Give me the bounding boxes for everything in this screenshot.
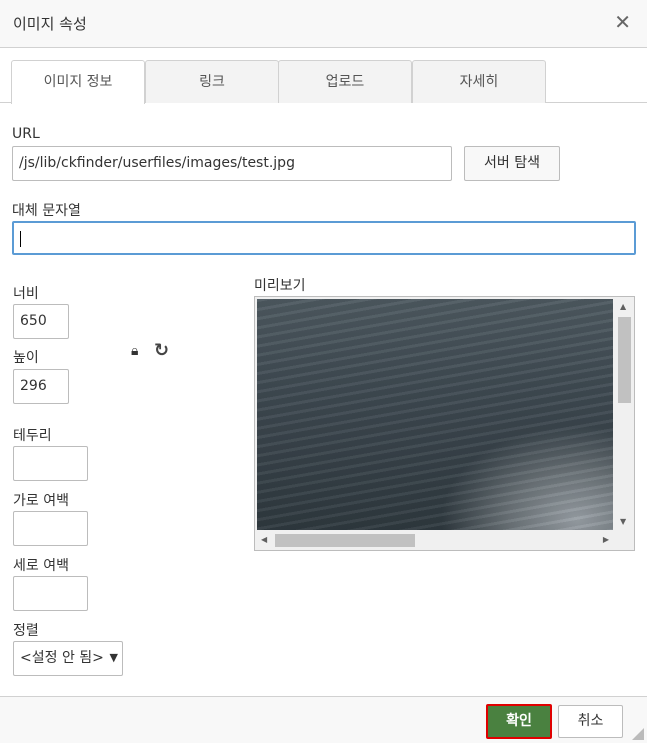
hspace-input[interactable] [13, 511, 88, 546]
dialog-footer: 확인 취소 [0, 696, 647, 743]
vspace-input[interactable] [13, 576, 88, 611]
horizontal-scrollbar[interactable]: ◀ ▶ [255, 530, 615, 550]
alt-input[interactable] [12, 221, 636, 255]
text-cursor [20, 231, 21, 247]
vspace-label: 세로 여백 [13, 558, 69, 574]
resize-handle[interactable] [632, 728, 644, 740]
reset-size-icon[interactable]: ↻ [154, 340, 169, 361]
width-input[interactable]: 650 [13, 304, 69, 339]
dialog-titlebar: 이미지 속성 ✕ [0, 0, 647, 48]
tab-image-info[interactable]: 이미지 정보 [11, 60, 145, 104]
close-icon[interactable]: ✕ [614, 10, 631, 34]
preview-label: 미리보기 [254, 278, 306, 294]
align-label: 정렬 [13, 623, 39, 639]
browse-server-button[interactable]: 서버 탐색 [464, 146, 560, 181]
border-label: 테두리 [13, 428, 52, 444]
tab-link[interactable]: 링크 [145, 60, 279, 103]
hspace-label: 가로 여백 [13, 493, 69, 509]
ok-button[interactable]: 확인 [486, 704, 552, 739]
tab-bar: 이미지 정보 링크 업로드 자세히 [0, 60, 647, 104]
lock-icon[interactable]: 🔒︎ [131, 343, 138, 359]
alt-label: 대체 문자열 [12, 203, 81, 219]
height-input[interactable]: 296 [13, 369, 69, 404]
vertical-scrollbar[interactable]: ▲ ▼ [614, 297, 634, 531]
preview-pane: ▲ ▼ ◀ ▶ [254, 296, 635, 551]
tab-upload[interactable]: 업로드 [278, 60, 412, 103]
height-label: 높이 [13, 350, 39, 366]
chevron-down-icon: ▼ [109, 642, 118, 674]
preview-image [257, 299, 613, 531]
tab-advanced[interactable]: 자세히 [412, 60, 546, 103]
url-label: URL [12, 126, 40, 142]
align-select[interactable]: <설정 안 됨> ▼ [13, 641, 123, 676]
align-value: <설정 안 됨> [20, 650, 104, 666]
dialog-title: 이미지 속성 [13, 15, 87, 33]
url-input[interactable]: /js/lib/ckfinder/userfiles/images/test.j… [12, 146, 452, 181]
cancel-button[interactable]: 취소 [558, 705, 623, 738]
border-input[interactable] [13, 446, 88, 481]
width-label: 너비 [13, 286, 39, 302]
